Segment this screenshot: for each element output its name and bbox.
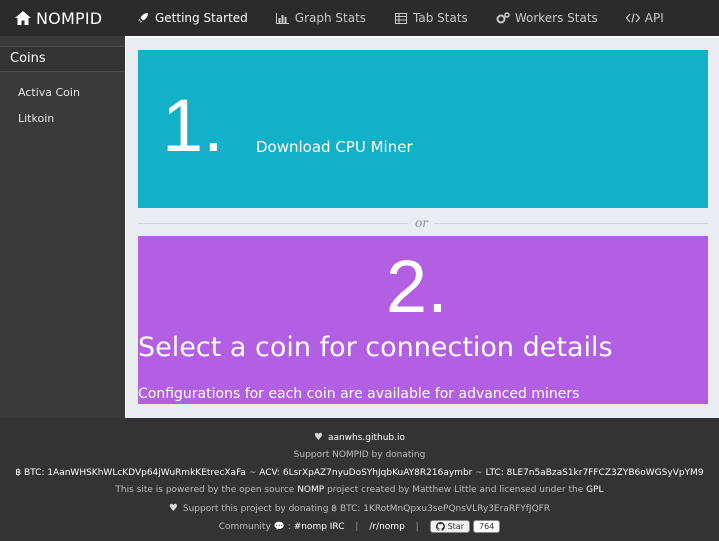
footer: ♥ aanwhs.github.io Support NOMPID by dona… — [0, 418, 719, 541]
nav-tab-stats[interactable]: Tab Stats — [394, 0, 468, 36]
nav-label: Graph Stats — [294, 11, 367, 25]
footer-addresses-line: ฿ BTC: 1AanWHSKhWLcKDVp64jWuRmkKEtrecXaF… — [0, 468, 719, 478]
brand-link[interactable]: NOMPID — [0, 0, 125, 36]
footer-powered-line: This site is powered by the open source … — [0, 485, 719, 495]
nav-api[interactable]: API — [625, 0, 664, 36]
nomp-link[interactable]: NOMP — [297, 485, 324, 495]
community-label: Community — [218, 522, 271, 532]
nav-graph-stats[interactable]: Graph Stats — [276, 0, 366, 36]
github-icon — [435, 522, 445, 531]
star-count[interactable]: 764 — [473, 520, 501, 533]
home-icon — [15, 11, 31, 25]
nav-label: Getting Started — [155, 11, 248, 25]
site-link[interactable]: aanwhs.github.io — [328, 433, 405, 443]
coins-sidebar: Coins Activa Coin Litkoin — [0, 36, 125, 418]
code-icon — [625, 12, 640, 24]
nav-label: API — [644, 11, 664, 25]
chat-icon: 💬 — [273, 522, 285, 532]
heart-icon: ♥ — [313, 432, 323, 443]
config-note: Configurations for each coin are availab… — [138, 386, 580, 402]
top-navbar: NOMPID Getting Started Graph Stats Tab S… — [0, 0, 719, 36]
footer-site-line: ♥ aanwhs.github.io — [0, 432, 719, 443]
pipe-sep: | — [355, 522, 359, 532]
bar-chart-icon — [276, 12, 290, 24]
select-coin-heading: Select a coin for connection details — [138, 332, 613, 363]
footer-donate-line: ♥ Support this project by donating ฿ BTC:… — [0, 503, 719, 514]
colon-sep: : — [287, 522, 291, 532]
tilde-sep: ~ — [475, 468, 483, 478]
rocket-icon — [136, 12, 150, 24]
star-label: Star — [447, 522, 464, 531]
coins-heading: Coins — [0, 46, 125, 72]
step-2-panel: 2. Select a coin for connection details … — [138, 236, 708, 404]
nav-workers-stats[interactable]: Workers Stats — [496, 0, 598, 36]
main-content: 1. Download CPU Miner or 2. Select a coi… — [125, 36, 719, 418]
coin-list: Activa Coin Litkoin — [0, 80, 125, 132]
or-divider: or — [138, 216, 708, 232]
pipe-sep: | — [415, 522, 419, 532]
footer-support-line: Support NOMPID by donating — [293, 450, 426, 460]
download-cpu-miner-link[interactable]: Download CPU Miner — [256, 138, 413, 156]
btc-address: ฿ BTC: 1AanWHSKhWLcKDVp64jWuRmkKEtrecXaF… — [15, 468, 246, 478]
coin-item-litkoin[interactable]: Litkoin — [0, 106, 125, 132]
gpl-link[interactable]: GPL — [586, 485, 603, 495]
table-icon — [394, 12, 408, 24]
tilde-sep: ~ — [248, 468, 257, 478]
gears-icon — [496, 12, 510, 24]
divider-line — [434, 223, 708, 224]
heart-icon: ♥ — [168, 503, 178, 514]
footer-community-line: Community 💬 : #nomp IRC | /r/nomp | Star… — [0, 520, 719, 533]
brand-name: NOMPID — [36, 8, 103, 28]
nav-getting-started[interactable]: Getting Started — [136, 0, 248, 36]
powered-text: This site is powered by the open source — [115, 485, 295, 495]
reddit-link[interactable]: /r/nomp — [369, 522, 404, 532]
acv-address: ACV: 6LsrXpAZ7nyuDoSYhJqbKuAY8R216aymbr — [259, 468, 473, 478]
or-label: or — [415, 216, 428, 230]
step-2-number: 2. — [386, 245, 448, 328]
main-nav: Getting Started Graph Stats Tab Stats Wo… — [125, 0, 692, 36]
step-1-panel: 1. Download CPU Miner — [138, 50, 708, 208]
nav-label: Tab Stats — [413, 11, 468, 25]
support-btc-address: ฿ BTC: 1KRotMnQpxu3sePQnsVLRy3EraRFYfJQF… — [331, 504, 551, 514]
coin-item-activa-coin[interactable]: Activa Coin — [0, 80, 125, 106]
irc-link[interactable]: #nomp IRC — [294, 522, 345, 532]
divider-line — [138, 223, 408, 224]
github-star-button[interactable]: Star — [429, 520, 470, 533]
powered-text: project created by Matthew Little and li… — [327, 485, 584, 495]
support-project-text: Support this project by donating — [182, 504, 329, 514]
nav-label: Workers Stats — [514, 11, 598, 25]
ltc-address: LTC: 8LE7n5aBzaS1kr7FFCZ3ZYB6oWGSyVpYM9 — [485, 468, 704, 478]
step-1-number: 1. — [162, 84, 224, 167]
